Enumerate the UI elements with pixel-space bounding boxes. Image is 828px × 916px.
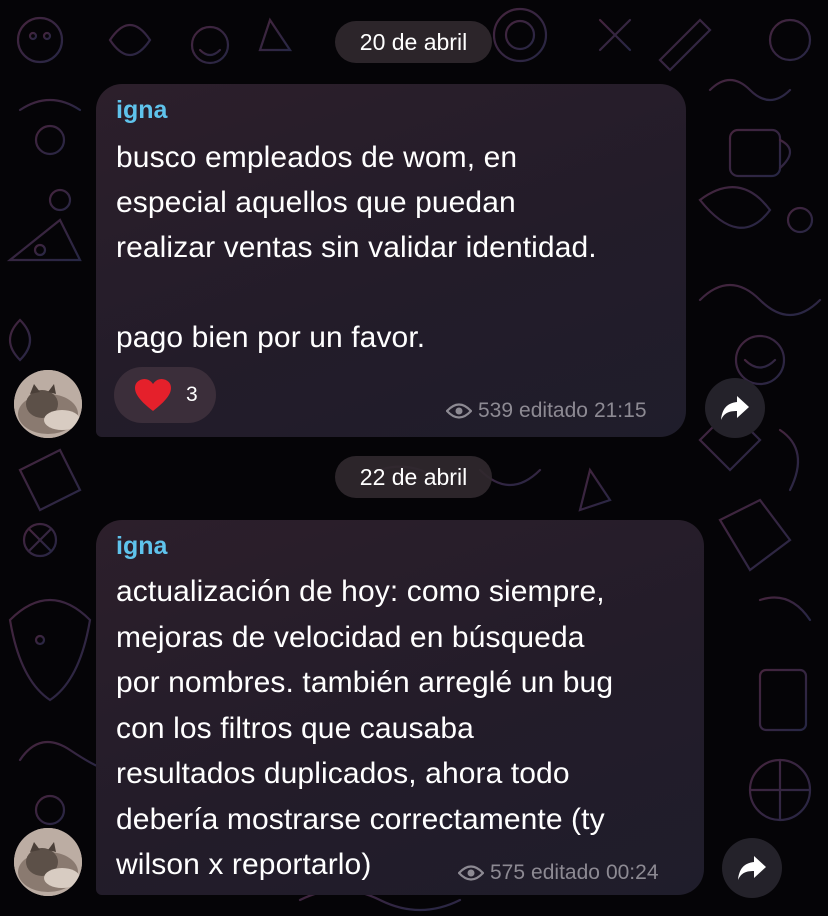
message-text: busco empleados de wom, en especial aque… — [116, 141, 597, 354]
cat-avatar-icon — [14, 828, 82, 896]
date-separator: 20 de abril — [335, 21, 492, 63]
view-count: 575 — [490, 861, 526, 884]
view-count: 539 — [478, 399, 514, 422]
edited-label: editado — [531, 861, 600, 884]
message-text: actualización de hoy: como siempre, mejo… — [116, 575, 614, 881]
eye-icon — [458, 865, 484, 881]
avatar[interactable] — [14, 370, 82, 438]
sender-name[interactable]: igna — [116, 96, 167, 125]
message-meta: 575 editado 00:24 — [458, 861, 659, 885]
share-arrow-icon — [721, 396, 749, 420]
edited-label: editado — [519, 399, 588, 422]
eye-icon — [446, 403, 472, 419]
share-arrow-icon — [738, 856, 766, 880]
message-time: 00:24 — [605, 861, 659, 884]
forward-button[interactable] — [722, 838, 782, 898]
reaction-badge[interactable]: 3 — [114, 367, 216, 423]
heart-icon — [135, 379, 171, 411]
avatar[interactable] — [14, 828, 82, 896]
message-bubble[interactable]: igna actualización de hoy: como siempre,… — [96, 520, 704, 895]
message-bubble[interactable]: igna busco empleados de wom, en especial… — [96, 84, 686, 437]
cat-avatar-icon — [14, 370, 82, 438]
sender-name[interactable]: igna — [116, 532, 167, 561]
message-meta: 539 editado 21:15 — [446, 399, 647, 423]
forward-button[interactable] — [705, 378, 765, 438]
date-separator: 22 de abril — [335, 456, 492, 498]
reaction-count: 3 — [186, 383, 198, 406]
message-time: 21:15 — [593, 399, 647, 422]
